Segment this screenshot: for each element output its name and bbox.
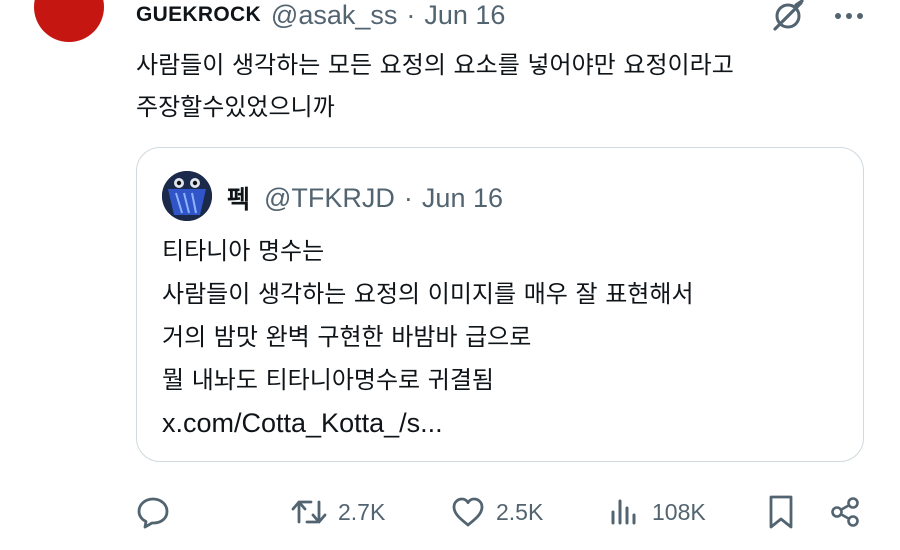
retweet-icon <box>290 495 328 529</box>
more-icon[interactable] <box>834 11 864 21</box>
views-count: 108K <box>652 498 706 525</box>
reply-icon <box>136 495 170 529</box>
grok-icon[interactable] <box>770 0 806 33</box>
like-button[interactable]: 2.5K <box>450 490 543 534</box>
quoted-author-name[interactable]: 펙 <box>227 180 250 216</box>
quoted-text-line: 티타니아 명수는 <box>162 237 325 265</box>
share-button[interactable] <box>828 490 862 534</box>
quoted-tweet-link[interactable]: x.com/Cotta_Kotta_/s... <box>162 402 694 445</box>
reply-button[interactable] <box>136 490 170 534</box>
views-button[interactable]: 108K <box>608 490 706 534</box>
author-handle[interactable]: @asak_ss <box>271 0 397 31</box>
separator-dot: · <box>403 182 413 213</box>
retweet-count: 2.7K <box>338 498 386 525</box>
tweet-text-line: 사람들이 생각하는 모든 요정의 요소를 넣어야만 요정이라고 <box>136 51 734 79</box>
tweet-top-icons <box>770 0 864 32</box>
share-icon <box>828 495 862 529</box>
author-avatar[interactable] <box>34 0 104 42</box>
quoted-author-handle[interactable]: @TFKRJD <box>264 183 395 214</box>
tweet-actions-bar: 2.7K 2.5K 108K <box>136 490 866 534</box>
quoted-tweet-header: 펙 @TFKRJD · Jun 16 <box>227 178 503 218</box>
quoted-text-line: 거의 밤맛 완벽 구현한 바밤바 급으로 <box>162 323 532 351</box>
heart-icon <box>450 495 486 529</box>
views-icon <box>608 495 642 529</box>
tweet-header: GUEKROCK @asak_ss · Jun 16 <box>136 0 505 30</box>
bookmark-icon <box>766 494 796 530</box>
retweet-button[interactable]: 2.7K <box>290 490 385 534</box>
quoted-text-line: 뭘 내놔도 티타니아명수로 귀결됨 <box>162 366 495 394</box>
like-count: 2.5K <box>496 498 544 525</box>
tweet-text: 사람들이 생각하는 모든 요정의 요소를 넣어야만 요정이라고 주장할수있었으니… <box>136 44 876 128</box>
tweet-date[interactable]: Jun 16 <box>424 0 505 31</box>
quoted-tweet[interactable]: 펙 @TFKRJD · Jun 16 티타니아 명수는 사람들이 생각하는 요정… <box>136 147 864 462</box>
separator-dot: · <box>406 0 416 30</box>
author-name[interactable]: GUEKROCK <box>136 3 261 27</box>
quoted-text-line: 사람들이 생각하는 요정의 이미지를 매우 잘 표현해서 <box>162 280 694 308</box>
tweet-text-line: 주장할수있었으니까 <box>136 93 335 121</box>
bookmark-button[interactable] <box>766 490 796 534</box>
quoted-author-avatar[interactable] <box>162 171 212 221</box>
quoted-tweet-date[interactable]: Jun 16 <box>422 183 503 214</box>
quoted-tweet-text: 티타니아 명수는 사람들이 생각하는 요정의 이미지를 매우 잘 표현해서 거의… <box>162 230 694 445</box>
